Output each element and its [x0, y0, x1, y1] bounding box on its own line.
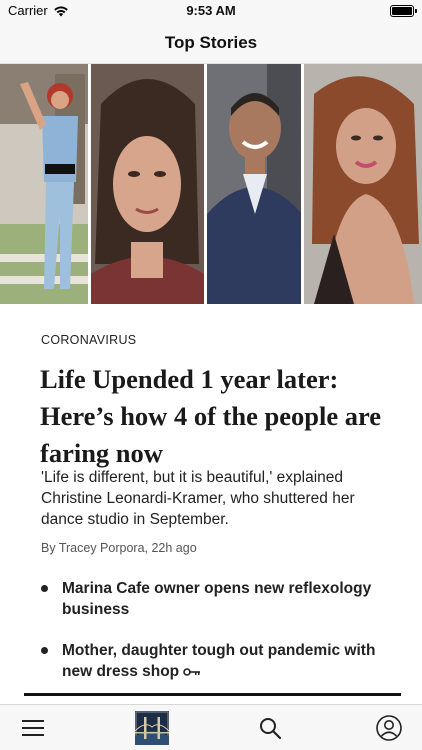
search-button[interactable]	[255, 710, 285, 746]
related-story-link[interactable]: Mother, daughter tough out pandemic with…	[41, 640, 391, 682]
article-headline[interactable]: Life Upended 1 year later: Here’s how 4 …	[40, 361, 390, 472]
photo-woman-dancer[interactable]	[303, 64, 422, 304]
status-time: 9:53 AM	[186, 3, 236, 18]
lead-photo-strip[interactable]	[0, 64, 422, 304]
app-logo-icon	[135, 711, 169, 745]
hamburger-menu-icon	[22, 720, 44, 736]
account-icon	[376, 715, 402, 741]
article-summary[interactable]: 'Life is different, but it is beautiful,…	[41, 467, 391, 530]
photo-woman-waving[interactable]	[0, 64, 89, 304]
search-icon	[260, 718, 281, 739]
section-divider	[24, 693, 401, 696]
bullet-icon	[41, 647, 48, 654]
lead-article[interactable]: CORONAVIRUS Life Upended 1 year later: H…	[0, 305, 422, 705]
page-title: Top Stories	[164, 33, 258, 52]
battery-icon	[390, 5, 417, 17]
photo-man-smiling[interactable]	[206, 64, 301, 304]
bullet-icon	[41, 585, 48, 592]
related-story-title[interactable]: Marina Cafe owner opens new reflexology …	[62, 578, 391, 620]
tab-bar	[0, 704, 422, 750]
related-story-link[interactable]: Marina Cafe owner opens new reflexology …	[41, 578, 391, 620]
related-story-title[interactable]: Mother, daughter tough out pandemic with…	[62, 642, 375, 680]
navigation-bar: Top Stories	[0, 22, 422, 64]
article-section-label[interactable]: CORONAVIRUS	[41, 333, 136, 347]
premium-key-icon	[183, 668, 201, 676]
menu-button[interactable]	[17, 710, 49, 746]
related-story-title-wrap[interactable]: Mother, daughter tough out pandemic with…	[62, 640, 391, 682]
status-bar: Carrier 9:53 AM	[0, 0, 422, 22]
photo-woman-closeup[interactable]	[91, 64, 204, 304]
account-button[interactable]	[374, 710, 404, 746]
article-byline: By Tracey Porpora, 22h ago	[41, 541, 197, 555]
home-logo-button[interactable]	[135, 710, 169, 746]
